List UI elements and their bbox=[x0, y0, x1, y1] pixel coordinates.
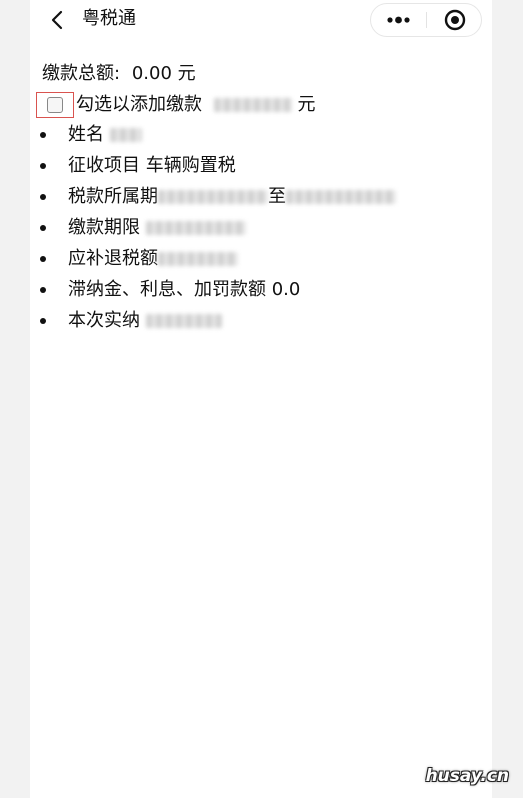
redacted-amount bbox=[213, 98, 292, 112]
bullet bbox=[40, 225, 46, 231]
tax-due-label: 应补退税额 bbox=[68, 248, 158, 269]
list-item: 滞纳金、利息、加罚款额 0.0 bbox=[40, 275, 396, 306]
chevron-left-icon bbox=[51, 10, 63, 30]
list-item: 税款所属期 至 bbox=[40, 182, 396, 213]
redacted-name bbox=[109, 128, 142, 142]
checkbox-highlight bbox=[36, 92, 74, 118]
list-item: 缴款期限 bbox=[40, 213, 396, 244]
redacted-deadline bbox=[145, 221, 246, 235]
checkbox-currency: 元 bbox=[297, 94, 316, 115]
mini-program-capsule bbox=[370, 3, 482, 37]
bullet bbox=[40, 163, 46, 169]
total-amount: 缴款总额: 0.00 元 bbox=[42, 62, 196, 86]
late-fee-value: 0.0 bbox=[271, 279, 301, 300]
payment-deadline-label: 缴款期限 bbox=[68, 217, 140, 238]
more-button[interactable] bbox=[371, 4, 426, 36]
actual-payment-label: 本次实纳 bbox=[68, 310, 140, 331]
redacted-actual-payment bbox=[145, 314, 222, 328]
more-dots-icon bbox=[387, 16, 410, 24]
redacted-period-start bbox=[158, 190, 268, 204]
list-item: 本次实纳 bbox=[40, 306, 396, 337]
name-label: 姓名 bbox=[68, 124, 104, 145]
total-label: 缴款总额: bbox=[42, 63, 121, 84]
currency-unit: 元 bbox=[177, 63, 196, 84]
target-close-icon bbox=[444, 9, 466, 31]
late-fee-label: 滞纳金、利息、加罚款额 bbox=[68, 279, 266, 300]
levy-item-value: 车辆购置税 bbox=[145, 155, 236, 176]
tax-details-list: 姓名 征收项目 车辆购置税 税款所属期 至 缴款期限 应补退税额 滞纳金、利息、加… bbox=[40, 120, 396, 337]
total-value: 0.00 bbox=[131, 63, 172, 84]
page-title: 粤税通 bbox=[82, 8, 136, 29]
checkbox-label: 勾选以添加缴款 bbox=[76, 94, 202, 115]
add-payment-checkbox[interactable] bbox=[47, 97, 63, 113]
redacted-period-end bbox=[286, 190, 396, 204]
list-item: 应补退税额 bbox=[40, 244, 396, 275]
tax-period-label: 税款所属期 bbox=[68, 186, 158, 207]
tax-period-to: 至 bbox=[268, 186, 286, 207]
redacted-tax-due bbox=[158, 252, 238, 266]
nav-bar: 粤税通 bbox=[0, 0, 523, 42]
list-item: 征收项目 车辆购置税 bbox=[40, 151, 396, 182]
bullet bbox=[40, 287, 46, 293]
watermark-logo: husay.cn bbox=[425, 766, 509, 786]
bullet bbox=[40, 318, 46, 324]
levy-item-label: 征收项目 bbox=[68, 155, 140, 176]
bullet bbox=[40, 256, 46, 262]
back-button[interactable] bbox=[46, 8, 70, 32]
bullet bbox=[40, 132, 46, 138]
list-item: 姓名 bbox=[40, 120, 396, 151]
add-payment-row: 勾选以添加缴款 元 bbox=[36, 92, 315, 118]
close-button[interactable] bbox=[427, 4, 482, 36]
bullet bbox=[40, 194, 46, 200]
